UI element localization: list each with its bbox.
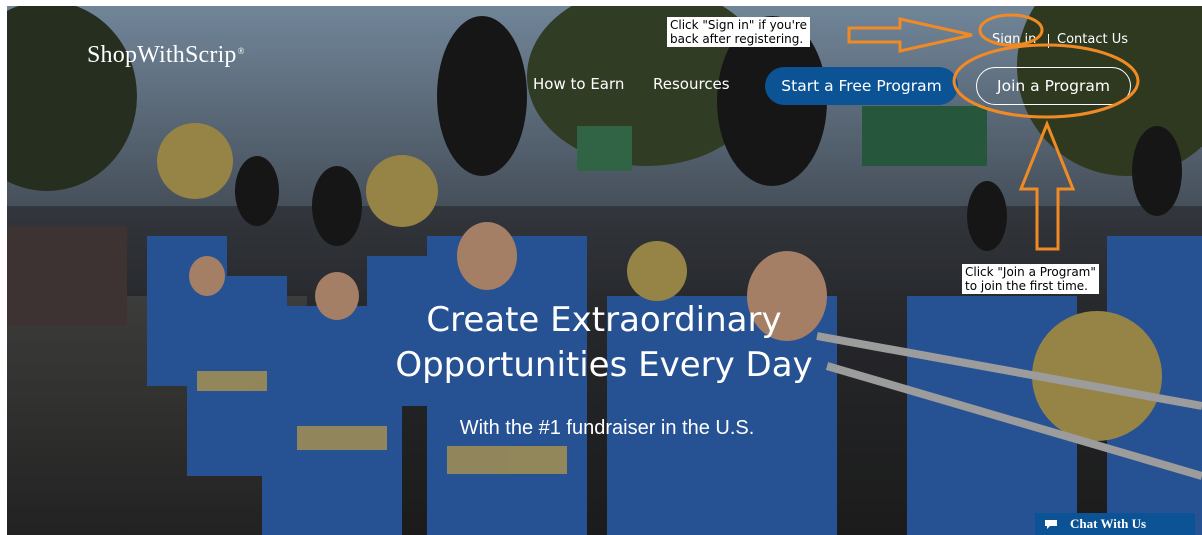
arrow-up-icon — [1018, 119, 1076, 251]
join-highlight-oval — [952, 43, 1140, 119]
join-note-line-1: Click "Join a Program" — [965, 265, 1096, 279]
page: ShopWithScrip® Sign in Contact Us How to… — [0, 0, 1202, 535]
sign-in-note-line-2: back after registering. — [670, 32, 804, 46]
chat-label: Chat With Us — [1070, 516, 1147, 531]
chat-bubble-icon — [1045, 519, 1057, 529]
join-annotation: Click "Join a Program" to join the first… — [962, 264, 1099, 294]
join-note-line-2: to join the first time. — [965, 279, 1088, 293]
sign-in-annotation: Click "Sign in" if you're back after reg… — [667, 17, 810, 47]
sign-in-highlight-oval — [978, 13, 1044, 47]
arrow-right-icon — [847, 17, 973, 53]
chat-with-us-button[interactable]: Chat With Us — [1035, 513, 1195, 535]
sign-in-note-line-1: Click "Sign in" if you're — [670, 18, 807, 32]
